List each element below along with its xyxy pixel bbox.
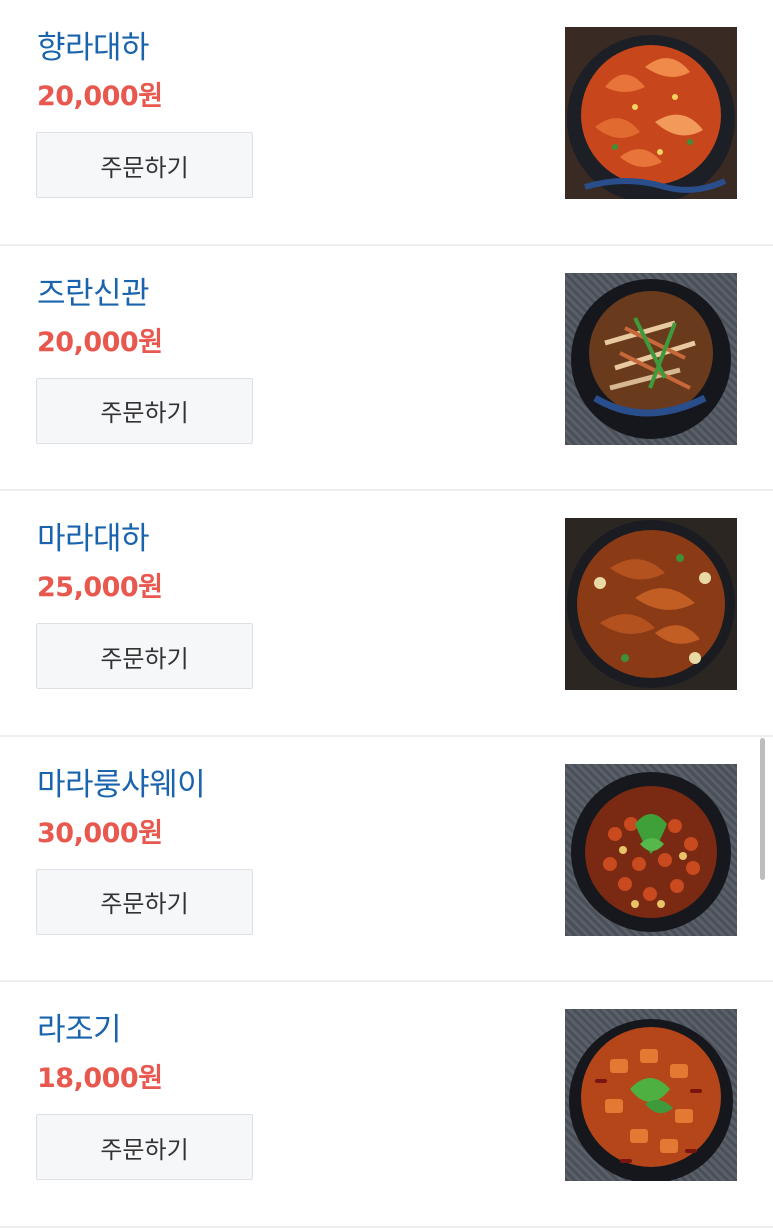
spicy-chicken-dish-icon[interactable] — [565, 1009, 737, 1182]
menu-item-name: 마라룽샤웨이 — [37, 766, 206, 803]
menu-item-name: 향라대하 — [37, 30, 150, 66]
menu-list: 향라대하 20,000원 주문하기 즈란신관 20,000원 주문하기 마라대하… — [0, 0, 773, 1228]
menu-item-price: 25,000원 — [37, 572, 163, 604]
menu-item-price: 20,000원 — [37, 326, 163, 358]
order-button[interactable]: 주문하기 — [36, 868, 253, 935]
menu-item[interactable]: 즈란신관 20,000원 주문하기 — [0, 246, 773, 492]
order-button[interactable]: 주문하기 — [36, 377, 253, 444]
stir-fried-squid-dish-icon[interactable] — [565, 272, 737, 445]
mala-crayfish-dish-icon[interactable] — [565, 763, 737, 936]
menu-item-price: 20,000원 — [37, 81, 163, 112]
menu-item-price: 30,000원 — [37, 817, 163, 849]
menu-item-name: 즈란신관 — [37, 275, 150, 312]
menu-item-name: 마라대하 — [37, 521, 150, 558]
menu-item[interactable]: 마라룽샤웨이 30,000원 주문하기 — [0, 737, 773, 983]
menu-item[interactable]: 라조기 18,000원 주문하기 — [0, 982, 773, 1228]
mala-shrimp-dish-icon[interactable] — [565, 518, 737, 691]
order-button[interactable]: 주문하기 — [36, 1114, 253, 1181]
order-button[interactable]: 주문하기 — [36, 132, 253, 198]
order-button[interactable]: 주문하기 — [36, 623, 253, 690]
menu-item[interactable]: 향라대하 20,000원 주문하기 — [0, 0, 773, 246]
menu-item-price: 18,000원 — [37, 1063, 163, 1095]
menu-item-name: 라조기 — [37, 1012, 122, 1049]
scrollbar[interactable] — [760, 738, 765, 880]
spicy-shrimp-dish-icon[interactable] — [565, 27, 737, 199]
menu-item[interactable]: 마라대하 25,000원 주문하기 — [0, 491, 773, 737]
